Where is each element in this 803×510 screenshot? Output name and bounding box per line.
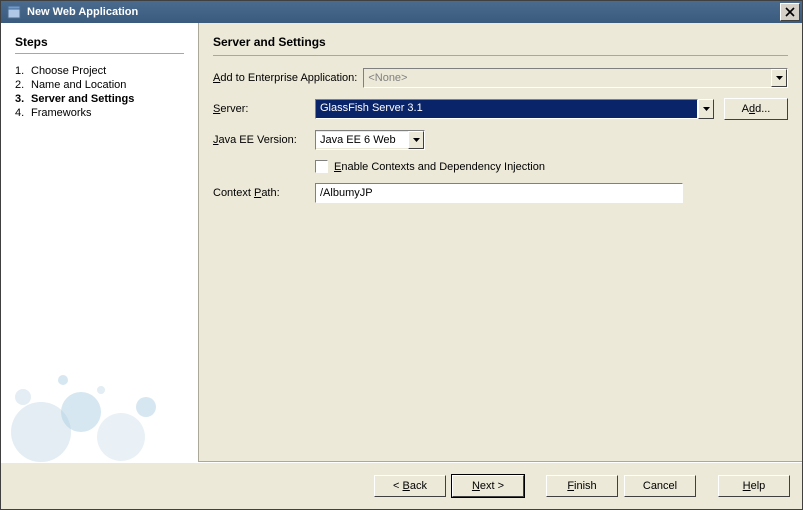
app-icon — [7, 5, 21, 19]
cancel-button[interactable]: Cancel — [624, 475, 696, 497]
next-button[interactable]: Next > — [452, 475, 524, 497]
step-item: 1.Choose Project — [15, 64, 198, 78]
dialog-body: Steps 1.Choose Project 2.Name and Locati… — [1, 23, 802, 462]
finish-button[interactable]: Finish — [546, 475, 618, 497]
enterprise-select-value: <None> — [364, 70, 771, 86]
jee-select-value: Java EE 6 Web — [316, 132, 408, 148]
cdi-checkbox-label[interactable]: Enable Contexts and Dependency Injection — [315, 160, 545, 173]
cdi-checkbox[interactable] — [315, 160, 328, 173]
add-server-button[interactable]: Add... — [724, 98, 788, 120]
row-server: Server: GlassFish Server 3.1 Add... — [213, 98, 788, 120]
steps-heading: Steps — [15, 35, 198, 49]
row-cdi: Enable Contexts and Dependency Injection — [213, 160, 788, 173]
chevron-down-icon — [771, 69, 787, 87]
row-enterprise-app: Add to Enterprise Application: <None> — [213, 68, 788, 88]
context-path-input[interactable] — [315, 183, 683, 203]
step-item: 2.Name and Location — [15, 78, 198, 92]
jee-label: Java EE Version: — [213, 134, 315, 146]
steps-sidebar: Steps 1.Choose Project 2.Name and Locati… — [1, 23, 199, 462]
cdi-text: Enable Contexts and Dependency Injection — [334, 161, 545, 173]
context-label: Context Path: — [213, 187, 315, 199]
chevron-down-icon — [698, 99, 714, 119]
titlebar[interactable]: New Web Application — [1, 1, 802, 23]
main-heading: Server and Settings — [213, 35, 788, 49]
wizard-footer: < Back Next > Finish Cancel Help — [1, 462, 802, 509]
enterprise-label: Add to Enterprise Application: — [213, 72, 357, 84]
main-panel: Server and Settings Add to Enterprise Ap… — [199, 23, 802, 462]
step-item: 4.Frameworks — [15, 106, 198, 120]
step-item-current: 3.Server and Settings — [15, 92, 198, 106]
steps-list: 1.Choose Project 2.Name and Location 3.S… — [15, 64, 198, 120]
server-label: Server: — [213, 103, 315, 115]
row-jee-version: Java EE Version: Java EE 6 Web — [213, 130, 788, 150]
server-select[interactable]: GlassFish Server 3.1 — [315, 99, 714, 119]
close-button[interactable] — [780, 3, 800, 21]
window-title: New Web Application — [27, 6, 780, 18]
back-button[interactable]: < Back — [374, 475, 446, 497]
server-select-value: GlassFish Server 3.1 — [315, 99, 698, 119]
sidebar-divider — [15, 53, 184, 54]
sidebar-decoration — [1, 342, 199, 462]
help-button[interactable]: Help — [718, 475, 790, 497]
close-icon — [785, 7, 795, 17]
row-context-path: Context Path: — [213, 183, 788, 203]
chevron-down-icon — [408, 131, 424, 149]
wizard-window: New Web Application Steps 1.Choose Proje… — [0, 0, 803, 510]
main-divider — [213, 55, 788, 56]
enterprise-select[interactable]: <None> — [363, 68, 788, 88]
jee-select[interactable]: Java EE 6 Web — [315, 130, 425, 150]
